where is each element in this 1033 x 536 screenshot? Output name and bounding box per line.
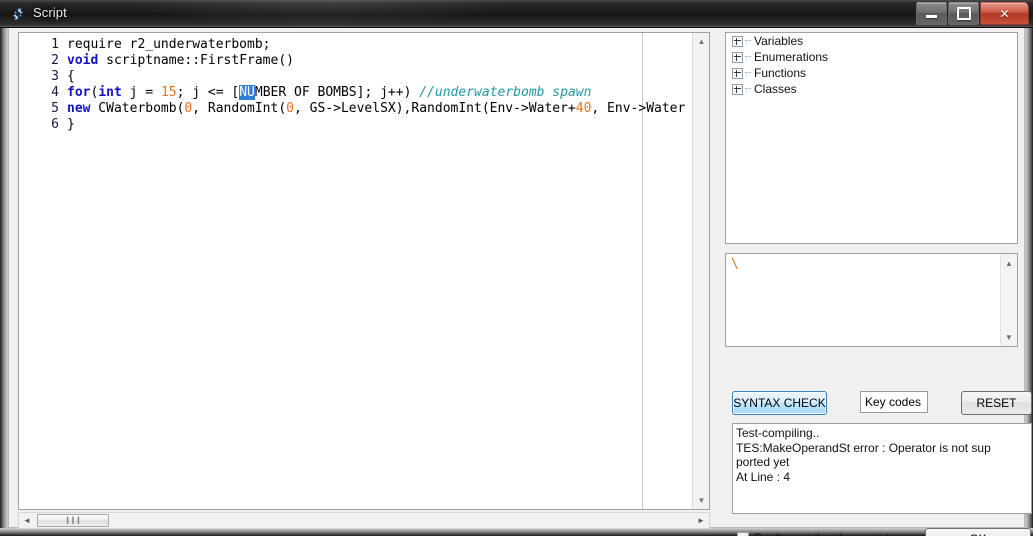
tree-item-enumerations[interactable]: Enumerations — [726, 49, 1017, 65]
output-line: Test-compiling.. — [736, 426, 820, 440]
memo-vertical-scrollbar[interactable]: ▲ ▼ — [1000, 254, 1017, 346]
code-token: 40 — [575, 101, 592, 116]
code-line[interactable]: 3{ — [19, 69, 692, 85]
maximize-button[interactable] — [948, 2, 979, 25]
code-token: j = — [121, 85, 161, 100]
maximize-icon — [949, 3, 978, 24]
tree-item-label: Functions — [754, 66, 807, 80]
code-editor-surface[interactable]: 1 require r2_underwaterbomb; 2 void scriptn… — [19, 33, 692, 509]
code-line[interactable]: 4 for(int j = 15; j <= [NUMBER OF BOMBS];… — [19, 85, 692, 101]
tree-item-label: Enumerations — [754, 50, 829, 64]
tree-connector-icon — [745, 72, 751, 74]
tree-connector-icon — [745, 56, 751, 58]
expand-plus-icon[interactable] — [732, 35, 743, 47]
script-window: Script ✕ 1 require r2_underwaterbomb; 2 voi… — [0, 0, 1033, 536]
code-token: MBER OF BOMBS]; j++) — [254, 85, 420, 100]
scroll-thumb-grip: ❙❙❙ — [64, 515, 82, 526]
editor-horizontal-scrollbar[interactable]: ◄ ❙❙❙ ► — [18, 512, 710, 529]
code-token: { — [67, 69, 75, 84]
symbol-tree-panel[interactable]: Variables Enumerations Functions Classes — [725, 32, 1018, 244]
window-controls: ✕ — [915, 2, 1029, 25]
close-button[interactable]: ✕ — [980, 2, 1029, 25]
code-line[interactable]: 2 void scriptname::FirstFrame() — [19, 53, 692, 69]
line-number: 1 — [51, 37, 59, 52]
code-token: NU — [239, 85, 255, 100]
ok-button[interactable]: OK — [925, 528, 1031, 536]
code-token: new — [67, 101, 91, 116]
code-token: require r2_underwaterbomb; — [67, 37, 271, 52]
editor-vertical-scrollbar[interactable]: ▲ ▼ — [692, 33, 709, 509]
code-token: ; j <= [ — [176, 85, 240, 100]
scratch-memo-panel[interactable]: \ ▲ ▼ — [725, 253, 1018, 347]
dont-compile-other-scripts-checkbox[interactable] — [737, 532, 749, 536]
output-line: ported yet — [736, 455, 790, 469]
output-line: TES:MakeOperandSt error : Operator is no… — [736, 440, 991, 455]
compiler-output-text: Test-compiling.. TES:MakeOperandSt error … — [736, 426, 1028, 484]
syntax-check-button[interactable]: SYNTAX CHECK — [732, 391, 827, 415]
dont-compile-other-scripts-row[interactable]: Don't compile other scripts — [737, 531, 895, 536]
close-icon: ✕ — [999, 6, 1010, 21]
window-frame-left — [0, 28, 8, 536]
code-editor[interactable]: 1 require r2_underwaterbomb; 2 void scriptn… — [18, 32, 710, 510]
code-token: int — [98, 85, 122, 100]
gear-icon — [10, 6, 26, 22]
code-token: , Env->Water + — [591, 101, 692, 116]
tree-item-functions[interactable]: Functions — [726, 65, 1017, 81]
code-line[interactable]: 6} — [19, 117, 692, 133]
tree-connector-icon — [745, 88, 751, 90]
code-token: CWaterbomb( — [90, 101, 185, 116]
scroll-left-icon[interactable]: ◄ — [19, 513, 35, 528]
code-line[interactable]: 1 require r2_underwaterbomb; — [19, 37, 692, 53]
tree-item-classes[interactable]: Classes — [726, 81, 1017, 97]
code-token: void — [67, 53, 99, 68]
line-number: 5 — [51, 101, 59, 116]
code-token: , RandomInt( — [192, 101, 287, 116]
scroll-thumb[interactable]: ❙❙❙ — [37, 514, 109, 527]
title-bar: Script ✕ — [0, 0, 1033, 28]
expand-plus-icon[interactable] — [732, 67, 743, 79]
code-token: scriptname::FirstFrame() — [98, 53, 294, 68]
code-token: 0 — [286, 101, 294, 116]
symbol-tree-list: Variables Enumerations Functions Classes — [726, 33, 1017, 97]
code-line[interactable]: 5 new CWaterbomb(0, RandomInt(0, GS->Leve… — [19, 101, 692, 117]
line-number: 2 — [51, 53, 59, 68]
scratch-memo-text[interactable]: \ — [731, 257, 739, 273]
minimize-icon — [917, 3, 946, 24]
scroll-down-icon[interactable]: ▼ — [693, 492, 709, 509]
output-line: At Line : 4 — [736, 469, 791, 484]
code-token: 15 — [160, 85, 177, 100]
code-token: //underwaterbomb spawn — [419, 85, 592, 100]
tree-connector-icon — [745, 40, 751, 42]
window-title: Script — [33, 5, 67, 20]
expand-plus-icon[interactable] — [732, 83, 743, 95]
line-number: 4 — [51, 85, 59, 100]
code-token: } — [67, 117, 75, 132]
scroll-right-icon[interactable]: ► — [693, 513, 709, 528]
reset-button[interactable]: RESET — [961, 391, 1032, 415]
dont-compile-other-scripts-label: Don't compile other scripts — [754, 531, 895, 536]
compiler-output-panel[interactable]: Test-compiling.. TES:MakeOperandSt error … — [732, 423, 1032, 514]
client-area: 1 require r2_underwaterbomb; 2 void scriptn… — [8, 28, 1032, 536]
tree-item-label: Variables — [754, 34, 804, 48]
memo-scroll-down-icon[interactable]: ▼ — [1001, 329, 1017, 345]
line-number: 3 — [51, 69, 59, 84]
scroll-up-icon[interactable]: ▲ — [693, 33, 709, 50]
memo-scroll-up-icon[interactable]: ▲ — [1001, 255, 1017, 271]
code-token: , GS->LevelSX),RandomInt(Env->Water+ — [293, 101, 576, 116]
expand-plus-icon[interactable] — [732, 51, 743, 63]
tree-item-label: Classes — [754, 82, 797, 96]
code-text[interactable]: 1 require r2_underwaterbomb; 2 void scriptn… — [19, 37, 692, 133]
tree-item-variables[interactable]: Variables — [726, 33, 1017, 49]
key-codes-button[interactable]: Key codes — [860, 391, 928, 413]
code-token: for — [67, 85, 91, 100]
minimize-button[interactable] — [916, 2, 947, 25]
line-number: 6 — [51, 117, 59, 132]
